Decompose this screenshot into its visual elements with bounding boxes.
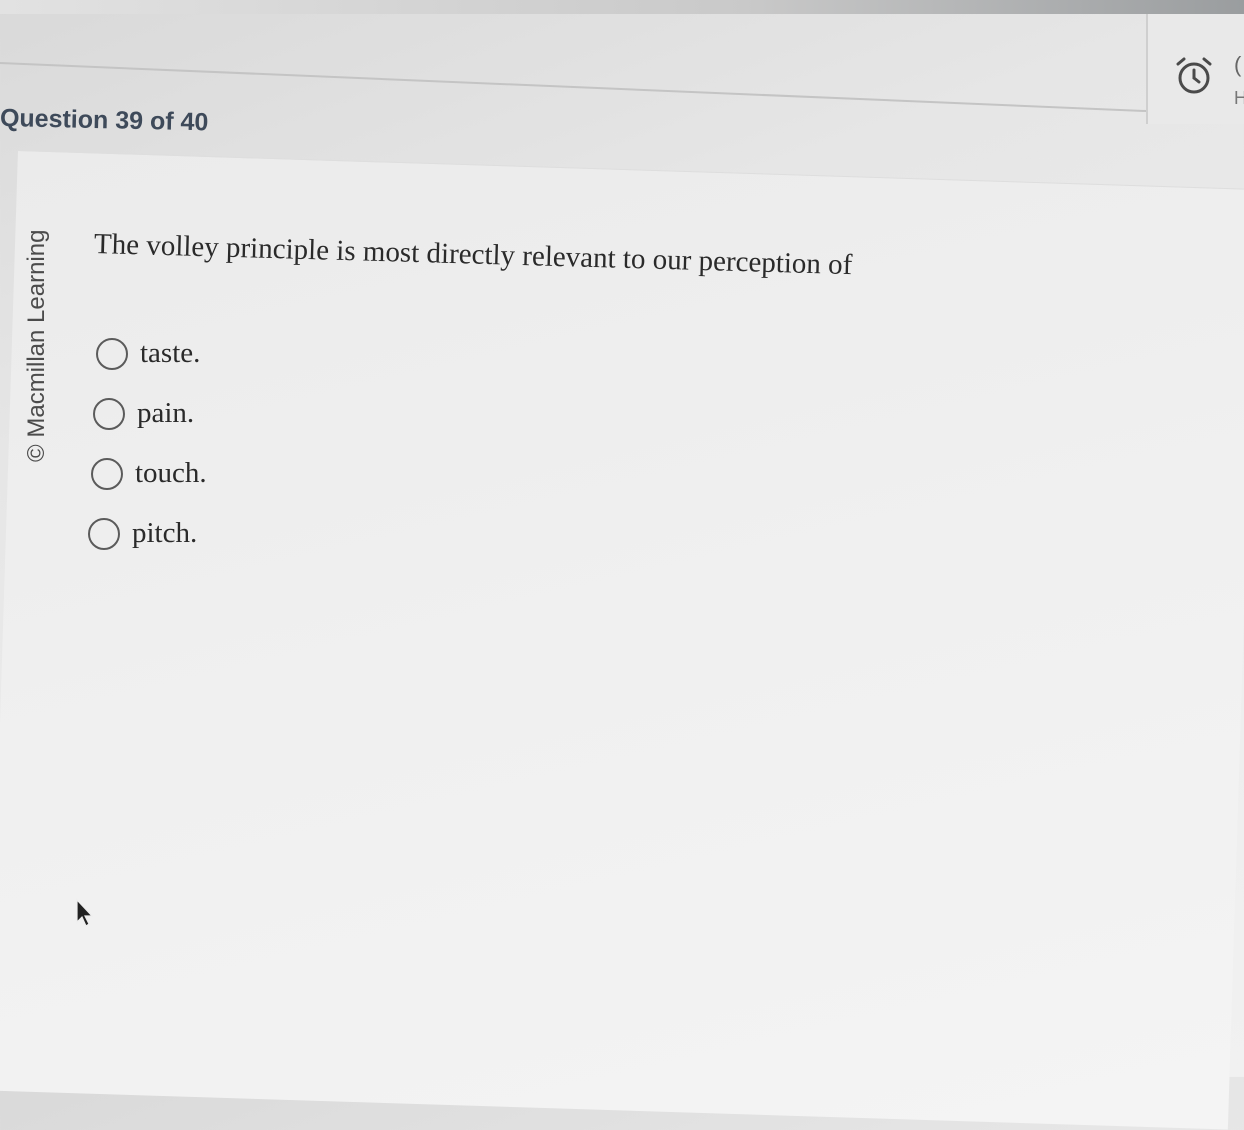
radio-button-icon[interactable]: [93, 397, 125, 430]
timer-sublabel-partial: H: [1234, 88, 1244, 108]
mouse-pointer-icon: [76, 898, 94, 927]
answer-option-label: touch.: [135, 457, 207, 489]
copyright-label: © Macmillan Learning: [23, 229, 50, 462]
top-strip: [0, 0, 1244, 14]
radio-button-icon[interactable]: [91, 457, 123, 490]
answer-option-label: pitch.: [132, 517, 198, 549]
answer-option-pitch[interactable]: pitch.: [88, 517, 197, 550]
answer-option-pain[interactable]: pain.: [93, 397, 194, 430]
answer-option-label: pain.: [137, 397, 195, 429]
timer-label-partial: (: [1234, 52, 1242, 77]
question-counter: Question 39 of 40: [0, 104, 209, 137]
question-card: [0, 150, 1244, 1130]
radio-button-icon[interactable]: [88, 517, 120, 550]
alarm-clock-icon[interactable]: [1172, 54, 1216, 98]
answer-option-touch[interactable]: touch.: [91, 457, 207, 490]
answer-option-taste[interactable]: taste.: [96, 337, 200, 370]
answer-option-label: taste.: [140, 337, 201, 369]
header-divider: [0, 62, 1150, 113]
radio-button-icon[interactable]: [96, 337, 128, 370]
